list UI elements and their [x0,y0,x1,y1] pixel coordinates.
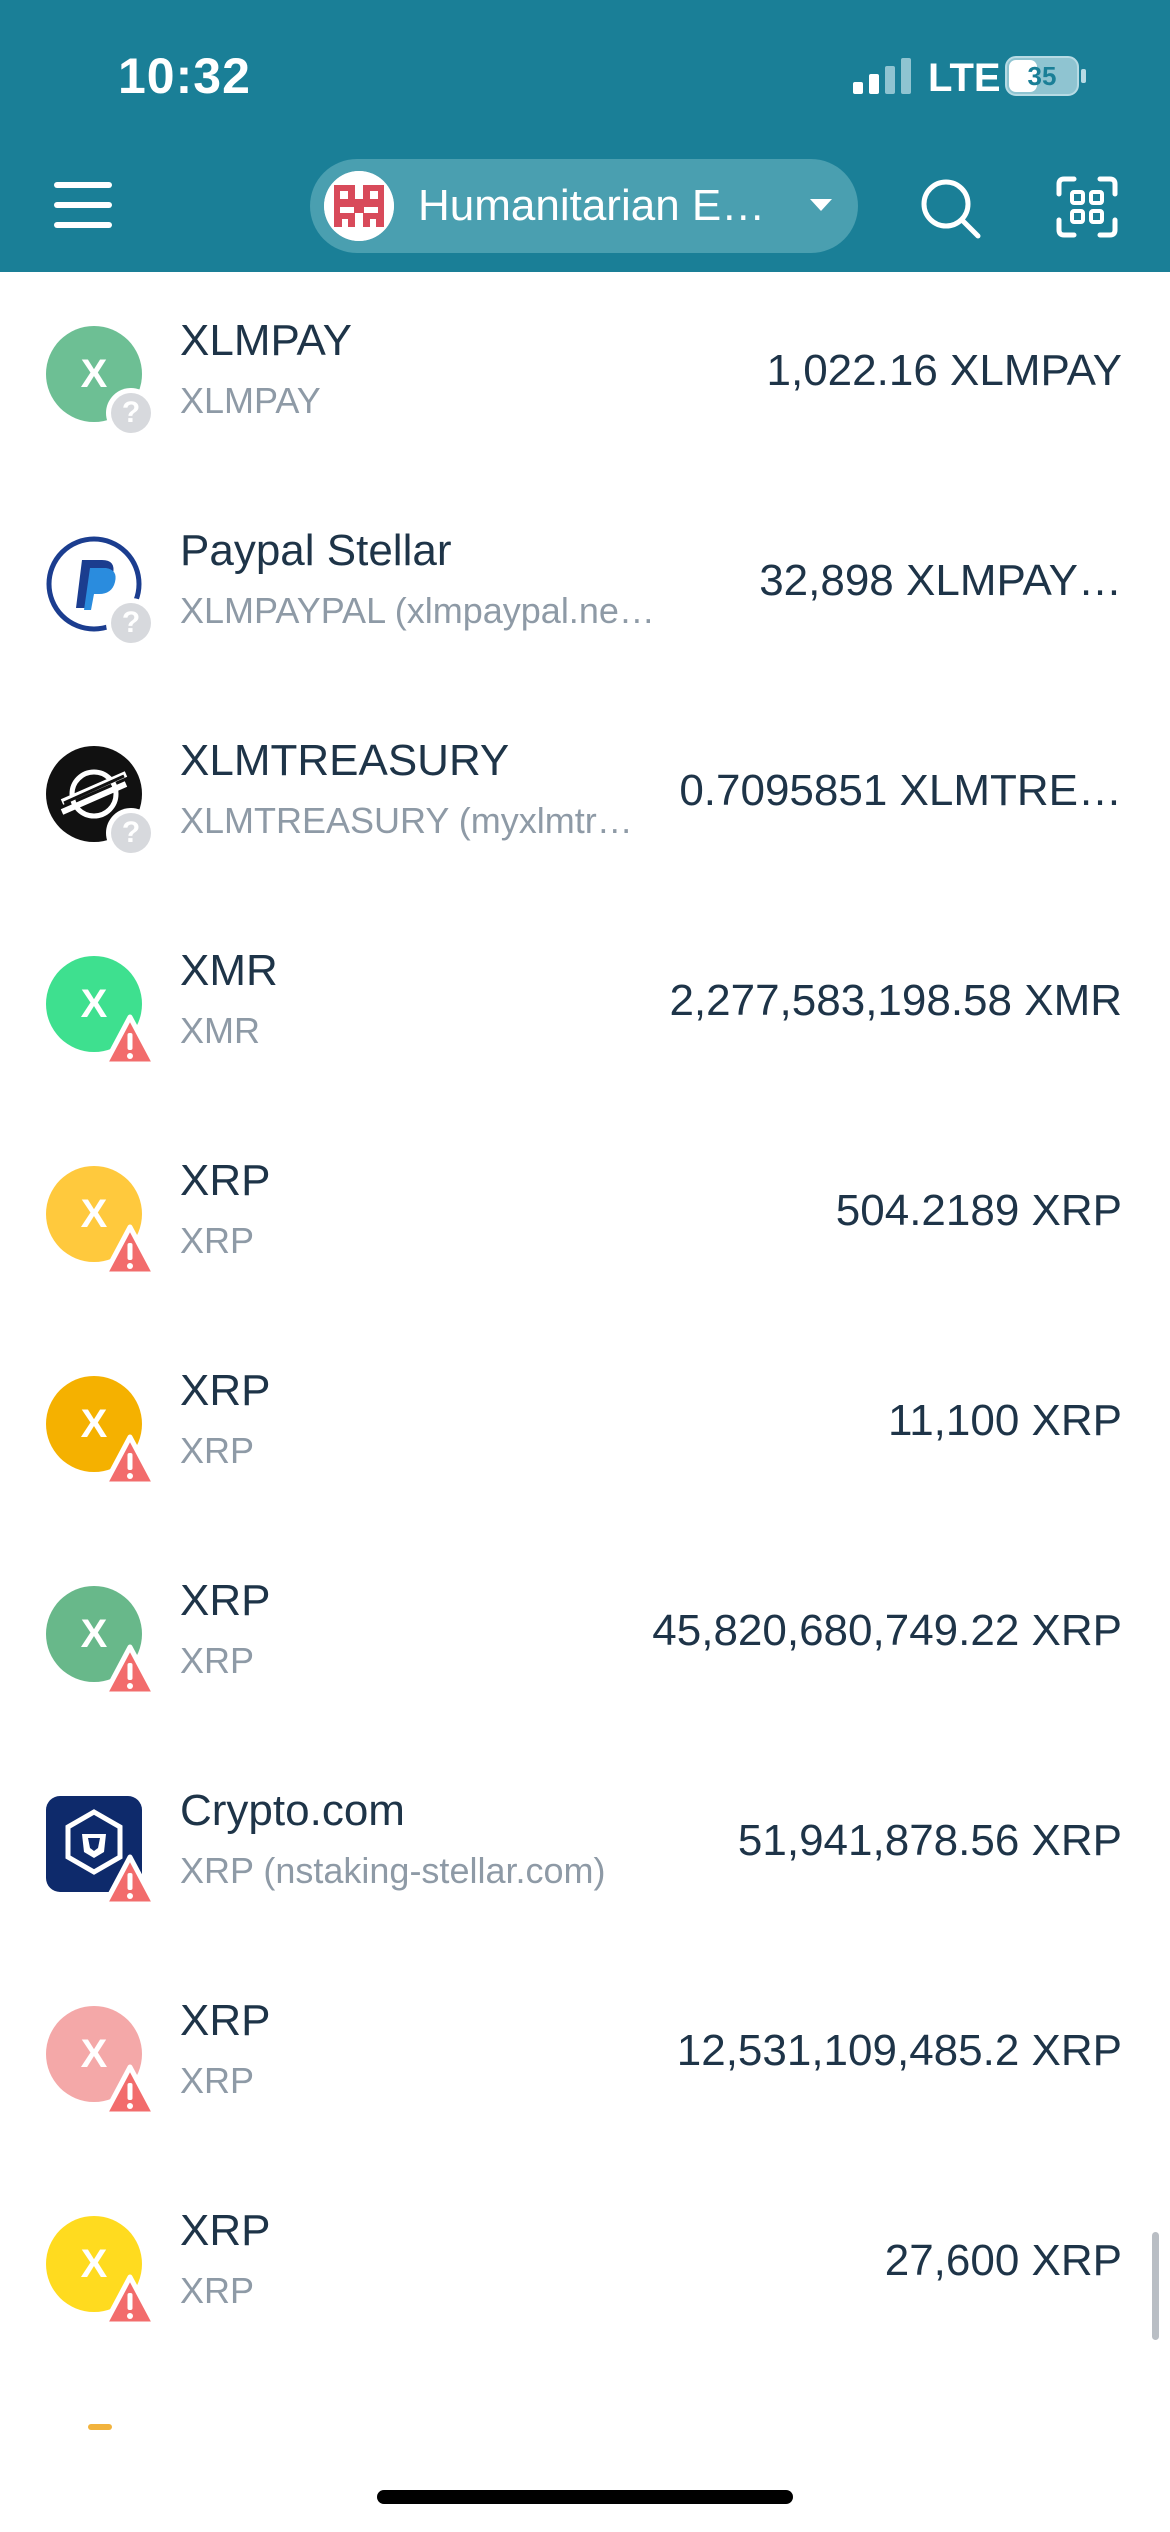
token-subtitle: XLMTREASURY (myxlmtr… [180,800,633,841]
unverified-icon: ? [106,598,156,648]
token-name: XMR [180,946,278,995]
scrollbar[interactable] [1152,2232,1159,2340]
wallet-name: Humanitarian E… [418,181,766,230]
token-name: XRP [180,2206,271,2255]
partial-token-icon [88,2424,112,2430]
battery-level: 35 [1028,61,1057,91]
token-subtitle: XRP (nstaking-stellar.com) [180,1850,606,1891]
token-subtitle: XRP [180,1220,255,1261]
token-balance: 32,898 XLMPAY… [759,556,1122,605]
unverified-icon: ? [106,388,156,438]
menu-line-icon [54,202,112,208]
token-subtitle: XMR [180,1010,260,1051]
token-balance: 2,277,583,198.58 XMR [669,976,1122,1025]
unverified-icon: ? [106,808,156,858]
menu-button[interactable] [54,180,112,230]
cellular-signal-icon [853,58,911,94]
warning-icon [102,2274,158,2327]
x-coin-icon: X [46,1166,158,1277]
token-name: XLMPAY [180,316,352,365]
token-subtitle: XLMPAY [180,380,321,421]
wallet-selector[interactable]: Humanitarian E… [310,159,858,253]
wallet-avatar [324,171,394,241]
token-row[interactable]: ? Paypal Stellar XLMPAYPAL (xlmpaypal.netl… [0,482,1170,692]
token-subtitle: XRP [180,1430,255,1471]
status-time: 10:32 [118,48,251,104]
token-row[interactable]: X XRP XRP 11,100 XRP [0,1322,1170,1532]
token-subtitle: XRP [180,2270,255,2311]
network-type: LTE [928,56,1001,100]
token-name: XLMTREASURY [180,736,510,785]
menu-line-icon [54,182,112,188]
token-row[interactable]: ? XLMTREASURY XLMTREASURY (myxlmtr… 0.70958… [0,692,1170,902]
token-balance: 1,022.16 XLMPAY [766,346,1122,395]
token-row[interactable]: X? XLMPAY XLMPAY 1,022.16 XLMPAY [0,272,1170,482]
paypal-icon: ? [46,536,156,648]
token-balance: 45,820,680,749.22 XRP [652,1606,1122,1655]
home-indicator [377,2490,793,2504]
warning-icon [102,1014,158,1067]
wallet-pattern-icon [324,171,394,241]
token-row[interactable]: X XRP XRP 504.2189 XRP [0,1112,1170,1322]
token-name: XRP [180,1576,271,1625]
token-name: XRP [180,1156,271,1205]
token-subtitle: XRP [180,2060,255,2101]
token-balance: 27,600 XRP [884,2236,1122,2285]
token-name: XRP [180,1366,271,1415]
battery-icon: 35 [1005,56,1086,96]
warning-icon [102,1434,158,1487]
x-coin-icon: X [46,1376,158,1487]
token-row[interactable]: X XRP XRP 12,531,109,485.2 XRP [0,1952,1170,2162]
warning-icon [102,1644,158,1697]
token-row[interactable]: X XRP XRP 45,820,680,749.22 XRP [0,1532,1170,1742]
x-coin-icon: X? [46,326,156,438]
stellar-icon: ? [46,746,156,858]
x-coin-icon: X [46,1586,158,1697]
chevron-down-icon [810,199,832,211]
token-balance: 51,941,878.56 XRP [737,1816,1122,1865]
warning-icon [102,2064,158,2117]
x-coin-icon: X [46,2216,158,2327]
token-row[interactable]: Crypto.com XRP (nstaking-stellar.com) 51,9… [0,1742,1170,1952]
x-coin-icon: X [46,2006,158,2117]
x-coin-icon: X [46,956,158,1067]
warning-icon [102,1224,158,1277]
menu-line-icon [54,222,112,228]
warning-icon [102,1854,158,1907]
token-subtitle: XLMPAYPAL (xlmpaypal.netlif… [180,590,660,631]
token-subtitle: XRP [180,1640,255,1681]
token-name: XRP [180,1996,271,2045]
token-row[interactable]: X XMR XMR 2,277,583,198.58 XMR [0,902,1170,1112]
token-balance: 11,100 XRP [887,1396,1122,1445]
token-row[interactable]: X XRP XRP 27,600 XRP [0,2162,1170,2372]
token-balance: 0.7095851 XLMTRE… [679,766,1122,815]
crypto-com-icon [46,1796,158,1907]
token-name: Paypal Stellar [180,526,452,575]
token-name: Crypto.com [180,1786,405,1835]
token-balance: 12,531,109,485.2 XRP [676,2026,1122,2075]
search-icon[interactable] [918,176,982,240]
header-bar: 10:32 LTE 35 Humanitarian E… [0,0,1170,272]
token-balance: 504.2189 XRP [835,1186,1122,1235]
qr-scan-icon[interactable] [1056,176,1118,238]
